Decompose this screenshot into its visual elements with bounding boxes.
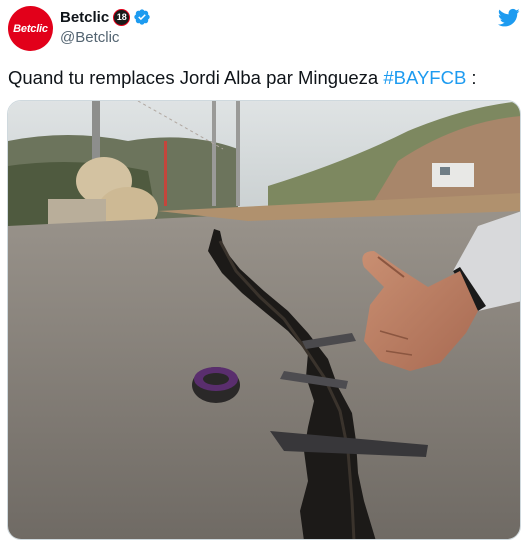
hashtag-link[interactable]: #BAYFCB bbox=[383, 67, 466, 88]
verified-badge-icon bbox=[134, 9, 150, 25]
truck bbox=[432, 163, 474, 187]
road-crack-photo bbox=[8, 101, 520, 539]
display-name[interactable]: Betclic bbox=[60, 9, 109, 26]
tweet-text-body: Quand tu remplaces Jordi Alba par Mingue… bbox=[8, 67, 384, 88]
tweet-text: Quand tu remplaces Jordi Alba par Mingue… bbox=[8, 67, 477, 89]
twitter-bird-icon[interactable] bbox=[498, 8, 520, 28]
age-18-badge: 18 bbox=[113, 8, 131, 26]
tweet-media-image[interactable] bbox=[7, 100, 521, 540]
avatar[interactable]: Betclic bbox=[8, 6, 53, 51]
tweet-text-suffix: : bbox=[466, 67, 477, 88]
account-handle[interactable]: @Betclic bbox=[60, 29, 151, 46]
avatar-logo-text: Betclic bbox=[13, 22, 48, 35]
road-surface bbox=[8, 201, 520, 539]
account-header: Betclic 18 @Betclic bbox=[60, 8, 151, 46]
